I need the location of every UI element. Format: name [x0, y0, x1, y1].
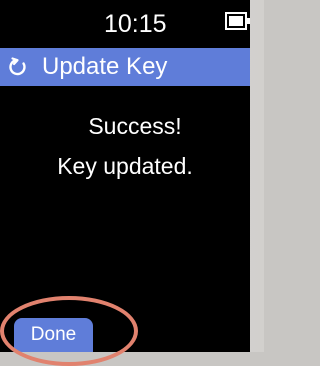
key-updated-message: Key updated. [57, 153, 193, 179]
clock: 10:15 [104, 10, 167, 38]
device-screen: 10:15 Update Key Success! Key updated. D… [0, 0, 250, 352]
screen-title: Update Key [42, 53, 168, 80]
battery-icon [225, 12, 250, 30]
status-bar: 10:15 [0, 0, 250, 46]
title-bar: Update Key [0, 48, 250, 86]
refresh-icon [8, 57, 28, 77]
success-message: Success! [88, 113, 182, 139]
done-button[interactable]: Done [14, 318, 93, 352]
device-bezel: 10:15 Update Key Success! Key updated. D… [0, 0, 264, 366]
